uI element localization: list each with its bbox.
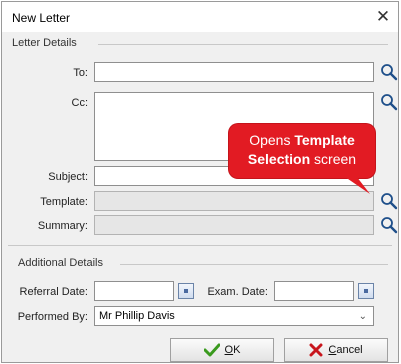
- letter-details-divider: [98, 44, 388, 45]
- chevron-down-icon: ⌄: [358, 311, 367, 322]
- summary-search-icon[interactable]: [380, 216, 398, 234]
- to-search-icon[interactable]: [380, 63, 398, 81]
- title-bar: New Letter ✕: [2, 2, 398, 32]
- summary-label: Summary:: [37, 220, 88, 232]
- callout-pointer: [332, 168, 370, 194]
- cancel-button[interactable]: Cancel: [284, 338, 388, 362]
- cc-label: Cc:: [71, 97, 89, 109]
- close-button[interactable]: ✕: [368, 2, 398, 32]
- referral-date-label: Referral Date:: [19, 286, 88, 298]
- to-field[interactable]: [94, 62, 374, 82]
- summary-field: [94, 215, 374, 235]
- window-title: New Letter: [12, 11, 71, 25]
- to-label: To:: [73, 67, 88, 79]
- letter-details-heading: Letter Details: [12, 37, 77, 49]
- referral-date-calendar-icon[interactable]: [178, 283, 194, 299]
- performed-by-select[interactable]: Mr Phillip Davis ⌄: [94, 306, 374, 326]
- template-search-icon[interactable]: [380, 192, 398, 210]
- referral-date-field[interactable]: [94, 281, 174, 301]
- performed-by-value: Mr Phillip Davis: [99, 310, 175, 322]
- additional-details-heading: Additional Details: [18, 257, 103, 269]
- ok-button[interactable]: OK: [170, 338, 274, 362]
- template-label: Template:: [40, 196, 88, 208]
- callout-text: Opens Template Selection screen: [247, 132, 357, 167]
- checkmark-icon: [203, 343, 220, 357]
- close-icon: ✕: [375, 7, 391, 26]
- cancel-button-label: Cancel: [328, 344, 363, 356]
- subject-label: Subject:: [48, 171, 88, 183]
- exam-date-label: Exam. Date:: [207, 286, 268, 298]
- section-divider: [8, 245, 392, 246]
- exam-date-calendar-icon[interactable]: [358, 283, 374, 299]
- ok-button-label: OK: [224, 344, 241, 356]
- exam-date-field[interactable]: [274, 281, 354, 301]
- additional-details-divider: [120, 264, 388, 265]
- x-mark-icon: [309, 343, 323, 357]
- cc-search-icon[interactable]: [380, 93, 398, 111]
- performed-by-label: Performed By:: [17, 311, 88, 323]
